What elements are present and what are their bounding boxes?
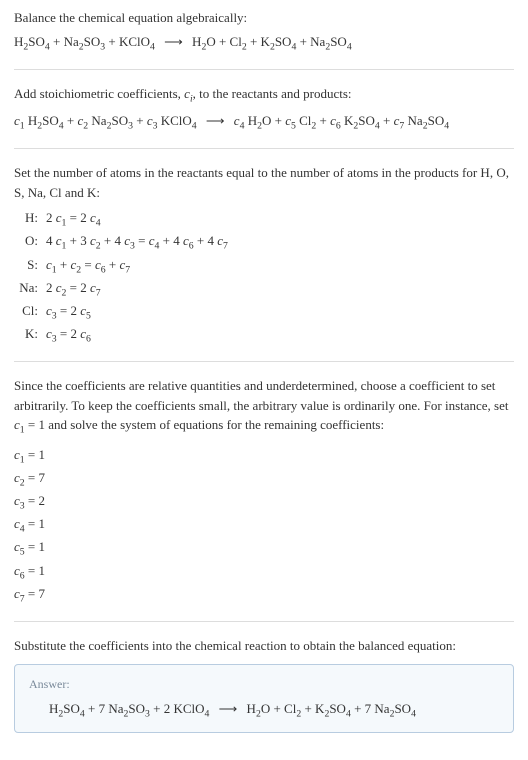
atoms-section: Set the number of atoms in the reactants… (14, 163, 514, 362)
unbalanced-equation: H2SO4 + Na2SO3 + KClO4 ⟶ H2O + Cl2 + K2S… (14, 32, 514, 55)
final-section: Substitute the coefficients into the che… (14, 636, 514, 733)
atom-equation: 2 c1 = 2 c4 (46, 208, 514, 231)
coefficient-line: c7 = 7 (14, 584, 514, 607)
atom-label: S: (18, 255, 46, 275)
atom-row: Na: 2 c2 = 2 c7 (18, 278, 514, 301)
solve-text: Since the coefficients are relative quan… (14, 376, 514, 438)
answer-box: Answer: H2SO4 + 7 Na2SO3 + 2 KClO4 ⟶ H2O… (14, 664, 514, 733)
atom-row: O: 4 c1 + 3 c2 + 4 c3 = c4 + 4 c6 + 4 c7 (18, 231, 514, 254)
atom-row: K: c3 = 2 c6 (18, 324, 514, 347)
coefficient-line: c5 = 1 (14, 537, 514, 560)
coefficient-line: c6 = 1 (14, 561, 514, 584)
coefficient-line: c4 = 1 (14, 514, 514, 537)
stoich-section: Add stoichiometric coefficients, ci, to … (14, 84, 514, 149)
atom-equation: 4 c1 + 3 c2 + 4 c3 = c4 + 4 c6 + 4 c7 (46, 231, 514, 254)
coefficient-list: c1 = 1 c2 = 7 c3 = 2 c4 = 1 c5 = 1 c6 = … (14, 445, 514, 607)
coefficient-line: c2 = 7 (14, 468, 514, 491)
atom-equations-table: H: 2 c1 = 2 c4 O: 4 c1 + 3 c2 + 4 c3 = c… (18, 208, 514, 347)
atom-label: Cl: (18, 301, 46, 321)
atom-equation: c3 = 2 c5 (46, 301, 514, 324)
balanced-equation: H2SO4 + 7 Na2SO3 + 2 KClO4 ⟶ H2O + Cl2 +… (29, 699, 499, 722)
atom-equation: c1 + c2 = c6 + c7 (46, 255, 514, 278)
atom-equation: c3 = 2 c6 (46, 324, 514, 347)
atom-row: Cl: c3 = 2 c5 (18, 301, 514, 324)
atom-equation: 2 c2 = 2 c7 (46, 278, 514, 301)
atoms-text: Set the number of atoms in the reactants… (14, 163, 514, 202)
atom-label: H: (18, 208, 46, 228)
stoich-equation: c1 H2SO4 + c2 Na2SO3 + c3 KClO4 ⟶ c4 H2O… (14, 111, 514, 134)
atom-row: S: c1 + c2 = c6 + c7 (18, 255, 514, 278)
final-text: Substitute the coefficients into the che… (14, 636, 514, 656)
intro-text: Balance the chemical equation algebraica… (14, 8, 514, 28)
answer-label: Answer: (29, 675, 499, 693)
atom-label: Na: (18, 278, 46, 298)
stoich-text: Add stoichiometric coefficients, ci, to … (14, 84, 514, 107)
intro-section: Balance the chemical equation algebraica… (14, 8, 514, 70)
solve-section: Since the coefficients are relative quan… (14, 376, 514, 622)
coefficient-line: c3 = 2 (14, 491, 514, 514)
atom-row: H: 2 c1 = 2 c4 (18, 208, 514, 231)
coefficient-line: c1 = 1 (14, 445, 514, 468)
atom-label: K: (18, 324, 46, 344)
atom-label: O: (18, 231, 46, 251)
